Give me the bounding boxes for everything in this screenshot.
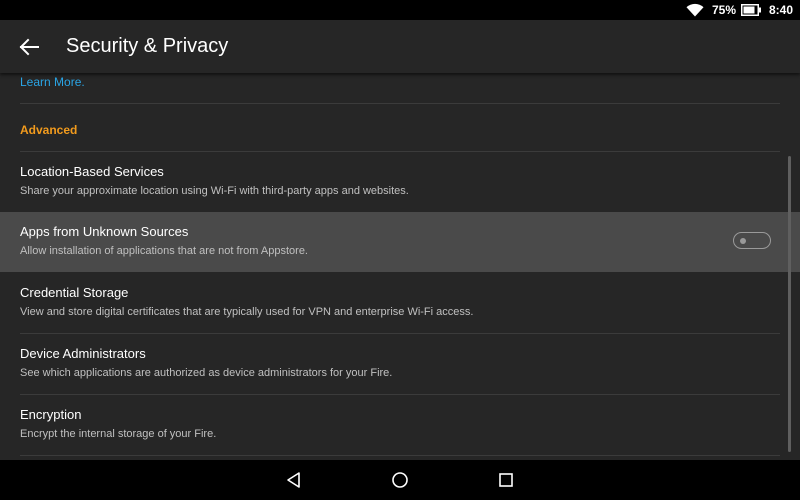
setting-encryption[interactable]: Encryption Encrypt the internal storage …	[0, 395, 800, 455]
learn-more-link[interactable]: Learn More.	[20, 75, 85, 89]
setting-subtitle: Encrypt the internal storage of your Fir…	[20, 428, 217, 440]
setting-location-based-services[interactable]: Location-Based Services Share your appro…	[0, 152, 800, 212]
setting-device-administrators[interactable]: Device Administrators See which applicat…	[0, 334, 800, 394]
section-header-advanced: Advanced	[20, 123, 78, 137]
clock: 8:40	[769, 3, 794, 17]
divider	[20, 455, 780, 456]
setting-subtitle: See which applications are authorized as…	[20, 367, 393, 379]
navigation-bar	[0, 460, 800, 500]
battery-icon	[741, 4, 761, 16]
nav-recents-button[interactable]	[496, 470, 516, 490]
back-button[interactable]	[14, 32, 44, 62]
scrollbar[interactable]	[788, 156, 791, 452]
back-triangle-icon	[287, 472, 300, 488]
setting-title: Encryption	[20, 407, 82, 422]
setting-subtitle: Allow installation of applications that …	[20, 245, 308, 257]
divider	[20, 103, 780, 104]
battery-percent: 75%	[712, 3, 737, 17]
setting-title: Device Administrators	[20, 346, 146, 361]
setting-credential-storage[interactable]: Credential Storage View and store digita…	[0, 273, 800, 333]
status-bar: 75% 8:40	[0, 0, 800, 20]
setting-subtitle: View and store digital certificates that…	[20, 306, 474, 318]
toggle-knob	[740, 237, 746, 244]
wifi-icon	[686, 3, 704, 17]
setting-title: Location-Based Services	[20, 164, 164, 179]
settings-list: Learn More. Advanced Location-Based Serv…	[0, 73, 800, 460]
nav-home-button[interactable]	[390, 470, 410, 490]
recents-square-icon	[499, 473, 513, 487]
app-bar: Security & Privacy	[0, 20, 800, 73]
unknown-sources-toggle[interactable]	[733, 232, 771, 249]
setting-title: Credential Storage	[20, 285, 129, 300]
nav-back-button[interactable]	[284, 470, 304, 490]
page-title: Security & Privacy	[66, 35, 229, 57]
home-circle-icon	[392, 472, 408, 488]
setting-apps-from-unknown-sources[interactable]: Apps from Unknown Sources Allow installa…	[0, 212, 800, 272]
setting-title: Apps from Unknown Sources	[20, 224, 189, 239]
arrow-left-icon	[19, 38, 39, 56]
setting-subtitle: Share your approximate location using Wi…	[20, 185, 409, 197]
